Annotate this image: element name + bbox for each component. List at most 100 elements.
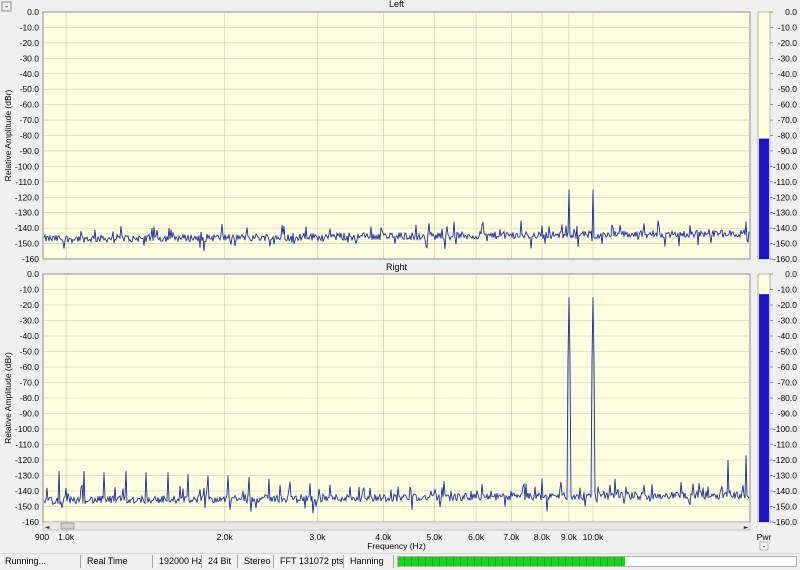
x-tick-label: 6.0k <box>468 532 485 542</box>
right-meter-tick-label: -40.0 <box>778 331 798 341</box>
left-meter-tick-label: -90.0 <box>778 146 798 156</box>
left-y-tick-label: -70.0 <box>20 115 40 125</box>
left-meter-tick-label: -40.0 <box>778 69 798 79</box>
left-meter-tick-label: 0.0 <box>785 7 797 17</box>
right-y-tick-label: -80.0 <box>20 393 40 403</box>
left-meter-tick-label: -140.0 <box>773 223 797 233</box>
right-meter-tick-label: -130.0 <box>773 471 797 481</box>
left-meter-tick-label: -10.0 <box>778 22 798 32</box>
status-bar: Running... Real Time 192000 Hz 24 Bit St… <box>0 553 800 570</box>
progress-bar <box>397 556 797 567</box>
right-meter-tick-label: -70.0 <box>778 378 798 388</box>
scroll-left-icon[interactable]: ◄ <box>45 524 50 531</box>
left-y-tick-label: -20.0 <box>20 38 40 48</box>
right-chart-title: Right <box>386 262 408 272</box>
x-tick-label: 1.0k <box>58 532 75 542</box>
left-meter-tick-label: -100.0 <box>773 161 797 171</box>
left-meter-tick-label: -30.0 <box>778 53 798 63</box>
left-meter-tick-label: -130.0 <box>773 208 797 218</box>
right-y-tick-label: -40.0 <box>20 331 40 341</box>
x-tick-label: 10.0k <box>583 532 605 542</box>
status-mode: Real Time <box>83 555 153 568</box>
left-chart-title: Left <box>389 0 405 9</box>
left-y-tick-label: -50.0 <box>20 84 40 94</box>
status-bit-depth: 24 Bit <box>204 555 238 568</box>
spectrum-analyzer-window: - 0.0 -10.0 -20.0 -30.0 -40.0 -50.0 -60.0 -70.0 -… <box>0 0 800 569</box>
meter-collapse-glyph: - <box>763 542 766 551</box>
left-y-tick-label: -30.0 <box>20 53 40 63</box>
left-meter-tick-label: -150.0 <box>773 239 797 249</box>
right-meter-tick-label: 0.0 <box>785 269 797 279</box>
left-y-tick-label: 0.0 <box>27 7 39 17</box>
right-meter-tick-label: -30.0 <box>778 316 798 326</box>
x-axis-label: Frequency (Hz) <box>367 541 426 551</box>
right-y-tick-label: 0.0 <box>27 269 39 279</box>
status-fft-size: FFT 131072 pts <box>276 555 344 568</box>
right-meter-level <box>759 294 769 522</box>
right-meter-tick-label: -60.0 <box>778 362 798 372</box>
left-y-tick-label: -80.0 <box>20 131 40 141</box>
right-meter-tick-label: -110.0 <box>774 440 798 450</box>
left-meter-tick-label: -50.0 <box>778 84 798 94</box>
left-y-tick-label: -110.0 <box>16 177 40 187</box>
x-tick-label: 8.0k <box>534 532 551 542</box>
right-y-tick-label: -70.0 <box>20 378 40 388</box>
right-y-tick-label: -90.0 <box>20 409 40 419</box>
right-y-tick-label: -60.0 <box>20 362 40 372</box>
right-y-tick-label: -120.0 <box>15 455 39 465</box>
left-meter-tick-label: -60.0 <box>778 100 798 110</box>
left-y-tick-label: -90.0 <box>20 146 40 156</box>
right-y-tick-label: -50.0 <box>20 347 40 357</box>
meter-caption: Pwr <box>757 532 772 542</box>
status-state: Running... <box>1 555 81 568</box>
status-channels: Stereo <box>240 555 274 568</box>
left-y-tick-label: -100.0 <box>15 161 39 171</box>
left-y-tick-label: -10.0 <box>20 22 40 32</box>
left-y-tick-label: -60.0 <box>20 100 40 110</box>
scroll-right-icon[interactable]: ► <box>744 524 749 531</box>
left-y-tick-label: -160 <box>22 254 39 264</box>
left-meter-tick-label: -110.0 <box>774 177 798 187</box>
right-y-tick-label: -10.0 <box>20 285 40 295</box>
left-y-tick-label: -140.0 <box>15 223 39 233</box>
x-tick-label: 900 <box>35 532 49 542</box>
right-meter-tick-label: -90.0 <box>778 409 798 419</box>
x-tick-label: 3.0k <box>309 532 326 542</box>
left-y-tick-label: -40.0 <box>20 69 40 79</box>
right-meter-tick-label: -150.0 <box>773 502 797 512</box>
horizontal-scrollbar <box>42 521 751 531</box>
right-y-tick-label: -100.0 <box>15 424 39 434</box>
left-y-tick-label: -120.0 <box>15 192 39 202</box>
right-meter-tick-label: -140.0 <box>773 486 797 496</box>
scrollbar-thumb[interactable] <box>60 522 75 530</box>
right-y-tick-label: -150.0 <box>15 502 39 512</box>
x-tick-label: 5.0k <box>426 532 443 542</box>
collapse-glyph: - <box>5 2 8 12</box>
right-meter-tick-label: -120.0 <box>773 455 797 465</box>
right-meter-tick-label: -20.0 <box>778 300 798 310</box>
left-meter-tick-label: -120.0 <box>773 192 797 202</box>
left-y-axis-label: Relative Amplitude (dBr) <box>3 90 13 182</box>
right-meter-tick-label: -80.0 <box>778 393 798 403</box>
right-y-tick-label: -140.0 <box>15 486 39 496</box>
right-meter-tick-label: -50.0 <box>778 347 798 357</box>
status-window-function: Hanning <box>346 555 394 568</box>
x-tick-label: 2.0k <box>217 532 234 542</box>
progress-fill <box>398 557 625 566</box>
left-meter-tick-label: -70.0 <box>778 115 798 125</box>
left-meter-tick-label: -80.0 <box>778 131 798 141</box>
right-meter-tick-label: -10.0 <box>778 285 798 295</box>
right-meter-tick-label: -100.0 <box>773 424 797 434</box>
left-meter-level <box>759 138 769 259</box>
right-y-tick-label: -130.0 <box>15 471 39 481</box>
left-meter-tick-label: -20.0 <box>778 38 798 48</box>
right-y-tick-label: -160 <box>22 517 39 527</box>
right-y-axis-label: Relative Amplitude (dBr) <box>3 352 13 444</box>
right-y-tick-label: -20.0 <box>20 300 40 310</box>
status-sample-rate: 192000 Hz <box>155 555 202 568</box>
x-tick-label: 7.0k <box>503 532 520 542</box>
left-meter-tick-label: -160.0 <box>773 254 797 264</box>
left-y-tick-label: -130.0 <box>15 208 39 218</box>
right-y-tick-label: -110.0 <box>16 440 40 450</box>
x-tick-label: 9.0k <box>561 532 578 542</box>
